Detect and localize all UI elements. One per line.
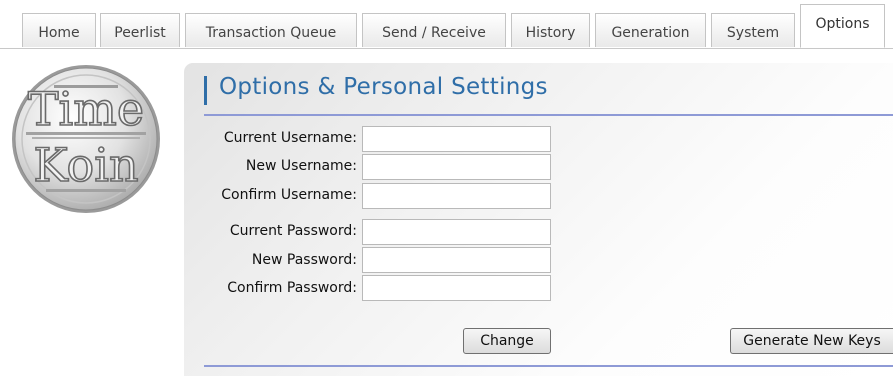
confirm-username-label: Confirm Username: <box>221 187 357 203</box>
page-title: Options & Personal Settings <box>219 74 548 100</box>
current-password-label: Current Password: <box>229 223 357 239</box>
coin-logo-text-time: Time <box>28 82 144 136</box>
title-accent-bar <box>204 76 207 105</box>
new-username-input[interactable] <box>362 154 551 180</box>
change-button[interactable]: Change <box>463 328 551 354</box>
tab-system[interactable]: System <box>711 13 795 47</box>
tab-generation[interactable]: Generation <box>595 13 706 47</box>
tab-history[interactable]: History <box>511 13 590 47</box>
title-divider <box>204 114 893 116</box>
current-username-input[interactable] <box>362 126 551 152</box>
tab-bar: Home Peerlist Transaction Queue Send / R… <box>0 0 893 49</box>
new-username-label: New Username: <box>245 158 357 174</box>
confirm-username-input[interactable] <box>362 183 551 209</box>
bottom-divider <box>204 365 893 367</box>
tab-peerlist[interactable]: Peerlist <box>100 13 180 47</box>
timekoin-coin-logo: Time Koin <box>12 65 160 213</box>
confirm-password-input[interactable] <box>362 275 551 301</box>
new-password-label: New Password: <box>251 252 357 268</box>
tab-options[interactable]: Options <box>800 4 885 48</box>
current-username-label: Current Username: <box>223 130 357 146</box>
confirm-password-label: Confirm Password: <box>227 280 357 296</box>
coin-logo-text-koin: Koin <box>33 138 138 192</box>
current-password-input[interactable] <box>362 219 551 245</box>
generate-new-keys-button[interactable]: Generate New Keys <box>730 328 893 354</box>
tab-transaction-queue[interactable]: Transaction Queue <box>185 13 357 47</box>
tab-send-receive[interactable]: Send / Receive <box>362 13 506 47</box>
tab-home[interactable]: Home <box>22 13 96 47</box>
new-password-input[interactable] <box>362 247 551 273</box>
